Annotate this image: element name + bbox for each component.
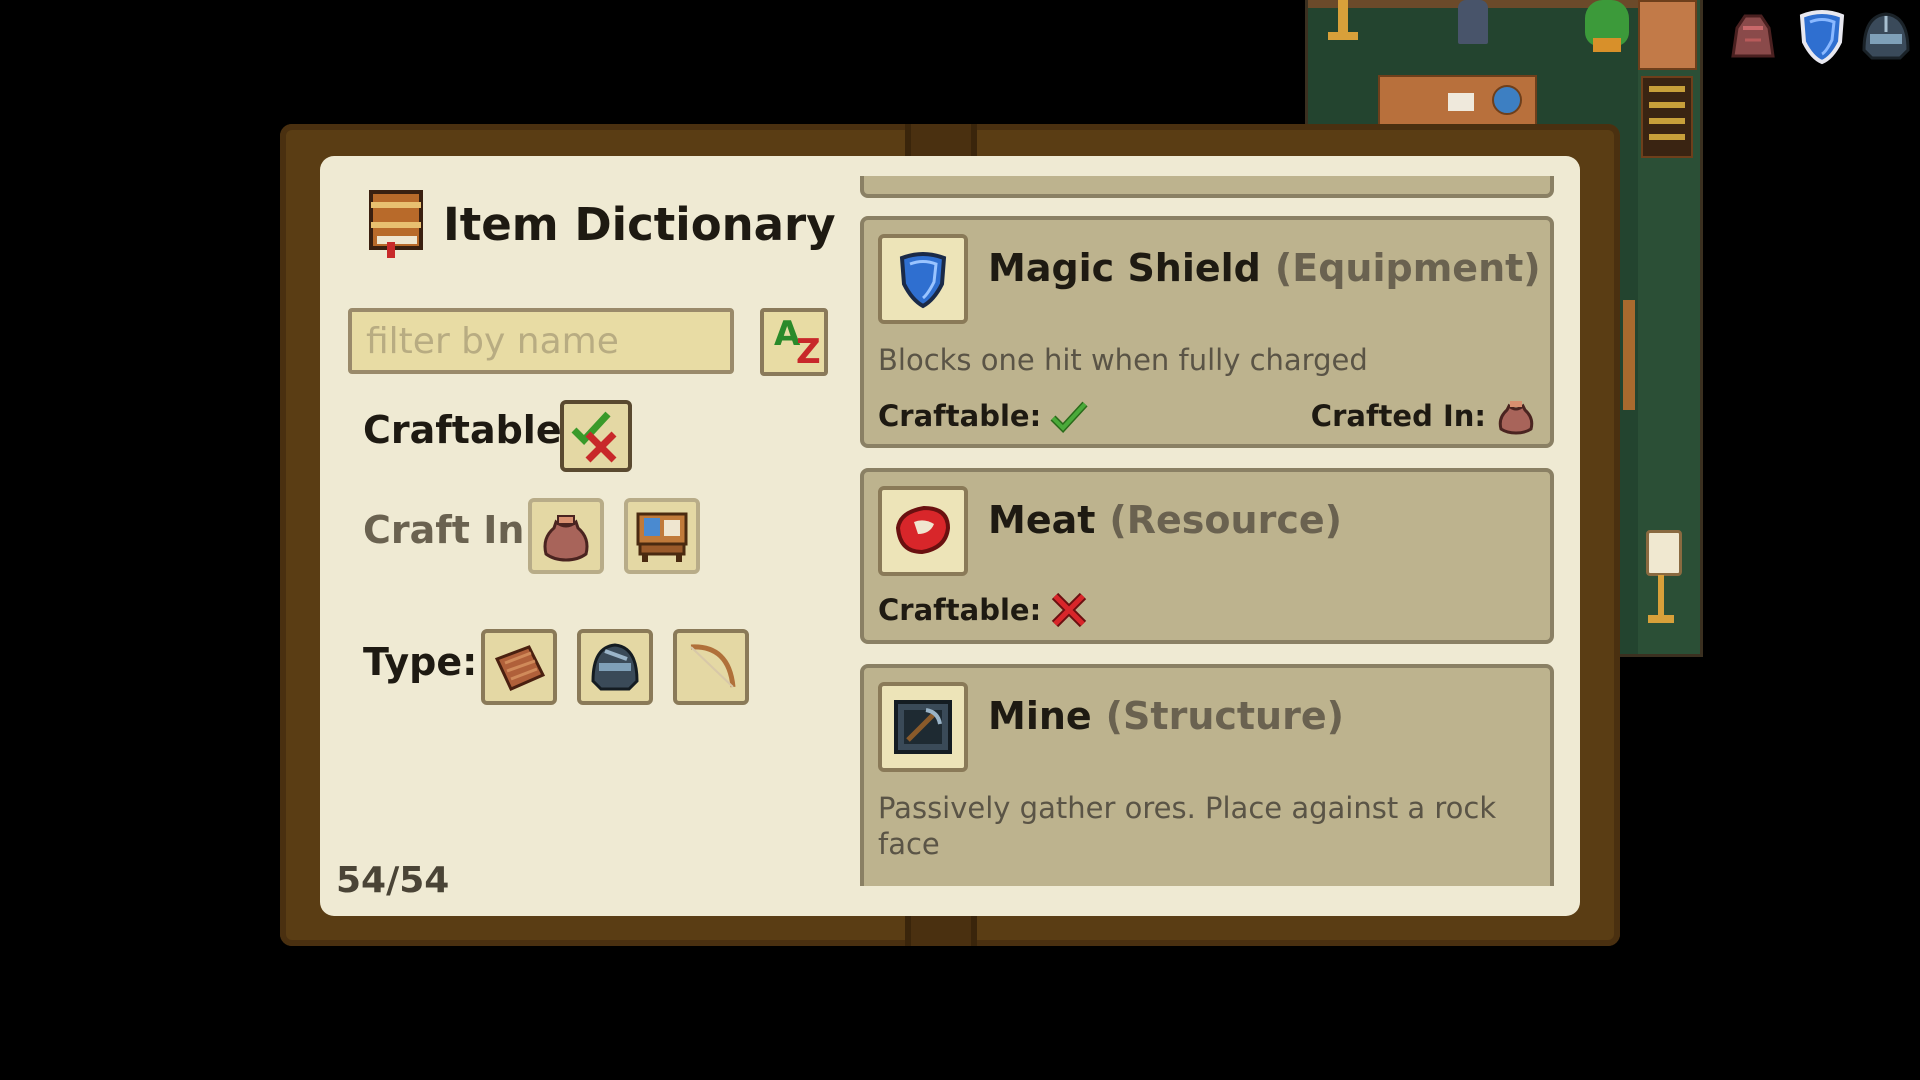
item-name-text: Mine	[988, 694, 1092, 738]
helmet-icon[interactable]	[1856, 6, 1916, 66]
craftable-row: Craftable:	[878, 396, 1089, 436]
check-cross-icon	[571, 411, 617, 463]
page-title: Item Dictionary	[443, 197, 836, 251]
lamp	[1328, 0, 1358, 40]
globe	[1492, 85, 1522, 115]
item-description: Passively gather ores. Place against a r…	[878, 791, 1497, 861]
type-equipment-filter[interactable]	[577, 629, 653, 705]
floor-lamp	[1646, 530, 1682, 576]
list-item[interactable]: Mine (Structure) Passively gather ores. P…	[860, 664, 1554, 886]
item-type: (Structure)	[1105, 694, 1344, 738]
item-type: (Equipment)	[1274, 246, 1541, 290]
bag-icon[interactable]	[1723, 6, 1783, 66]
craft-in-desk-filter[interactable]	[624, 498, 700, 574]
player-character	[1458, 0, 1488, 44]
cross-icon	[1051, 592, 1087, 628]
sack-icon	[1498, 401, 1534, 435]
check-icon	[1050, 401, 1088, 434]
list-item[interactable]: Magic Shield (Equipment) Blocks one hit w…	[860, 216, 1554, 448]
wood-log-icon	[494, 645, 546, 691]
type-resource-filter[interactable]	[481, 629, 557, 705]
bookcase	[1641, 76, 1693, 158]
item-description: Blocks one hit when fully charged	[878, 343, 1368, 377]
item-type: (Resource)	[1109, 498, 1342, 542]
item-name: Meat (Resource)	[988, 498, 1342, 542]
potted-plant	[1585, 0, 1629, 52]
paper	[1448, 93, 1474, 111]
mine-icon	[894, 700, 952, 754]
item-name-text: Meat	[988, 498, 1096, 542]
book-spine	[905, 124, 977, 158]
item-name-text: Magic Shield	[988, 246, 1261, 290]
desk	[1378, 75, 1537, 131]
craft-in-bag-filter[interactable]	[528, 498, 604, 574]
meat-icon	[895, 505, 951, 555]
shield-icon[interactable]	[1792, 6, 1852, 66]
workbench-icon	[636, 512, 688, 562]
list-item[interactable]	[860, 176, 1554, 198]
list-item[interactable]: Meat (Resource) Craftable:	[860, 468, 1554, 644]
type-weapon-filter[interactable]	[673, 629, 749, 705]
item-icon-frame	[878, 234, 968, 324]
item-name: Mine (Structure)	[988, 694, 1344, 738]
craftable-label: Craftable:	[878, 593, 1042, 627]
item-icon-frame	[878, 682, 968, 772]
shield-icon	[899, 252, 947, 309]
dictionary-header: Item Dictionary	[367, 188, 836, 260]
book-icon	[369, 190, 423, 258]
craftable-filter-toggle[interactable]	[560, 400, 632, 472]
sort-alphabetical-button[interactable]: A Z	[760, 308, 828, 376]
helmet-icon	[591, 643, 639, 691]
item-list[interactable]: Magic Shield (Equipment) Blocks one hit w…	[858, 176, 1558, 886]
type-filter-label: Type:	[363, 640, 478, 684]
crafted-in-label: Crafted In:	[1310, 399, 1486, 433]
craft-in-filter-label: Craft In:	[363, 508, 540, 552]
item-count: 54/54	[336, 860, 450, 901]
sort-letter-z: Z	[796, 332, 821, 372]
item-icon-frame	[878, 486, 968, 576]
craftable-filter-label: Craftable:	[363, 408, 577, 452]
craftable-label: Craftable:	[878, 399, 1042, 433]
book-spine	[905, 914, 977, 946]
bow-icon	[690, 644, 736, 688]
craftable-row: Craftable:	[878, 590, 1089, 630]
item-name: Magic Shield (Equipment)	[988, 246, 1541, 290]
floor-lamp-pole	[1658, 575, 1664, 620]
rail	[1623, 300, 1635, 410]
search-input[interactable]	[348, 308, 734, 374]
cabinet	[1638, 0, 1697, 70]
crafted-in-row: Crafted In:	[1311, 396, 1536, 436]
sack-icon	[543, 515, 589, 562]
floor-lamp-base	[1648, 615, 1674, 623]
